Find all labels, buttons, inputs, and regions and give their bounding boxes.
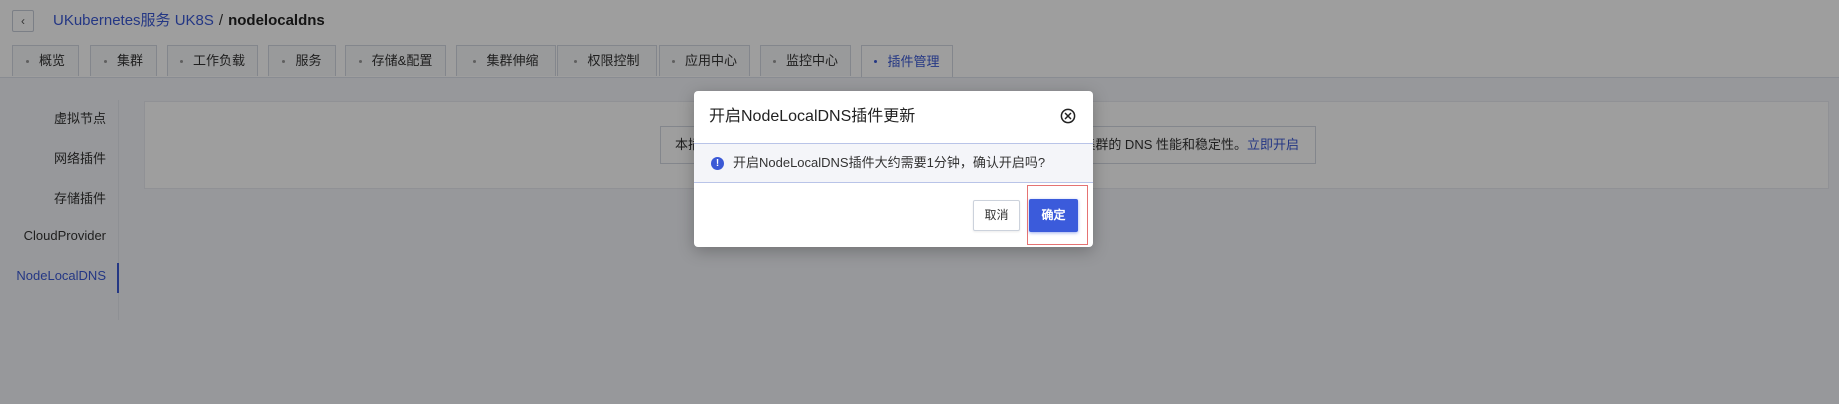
- close-icon[interactable]: [1060, 108, 1076, 124]
- dialog-message-bar: ! 开启NodeLocalDNS插件大约需要1分钟，确认开启吗?: [694, 143, 1093, 183]
- dialog-message: 开启NodeLocalDNS插件大约需要1分钟，确认开启吗?: [733, 155, 1046, 170]
- cancel-button[interactable]: 取消: [973, 200, 1020, 231]
- info-icon: !: [711, 157, 724, 170]
- dialog-title: 开启NodeLocalDNS插件更新: [709, 108, 916, 125]
- confirm-button-highlight: [1027, 185, 1088, 245]
- enable-nodelocaldns-dialog: 开启NodeLocalDNS插件更新 ! 开启NodeLocalDNS插件大约需…: [694, 91, 1093, 247]
